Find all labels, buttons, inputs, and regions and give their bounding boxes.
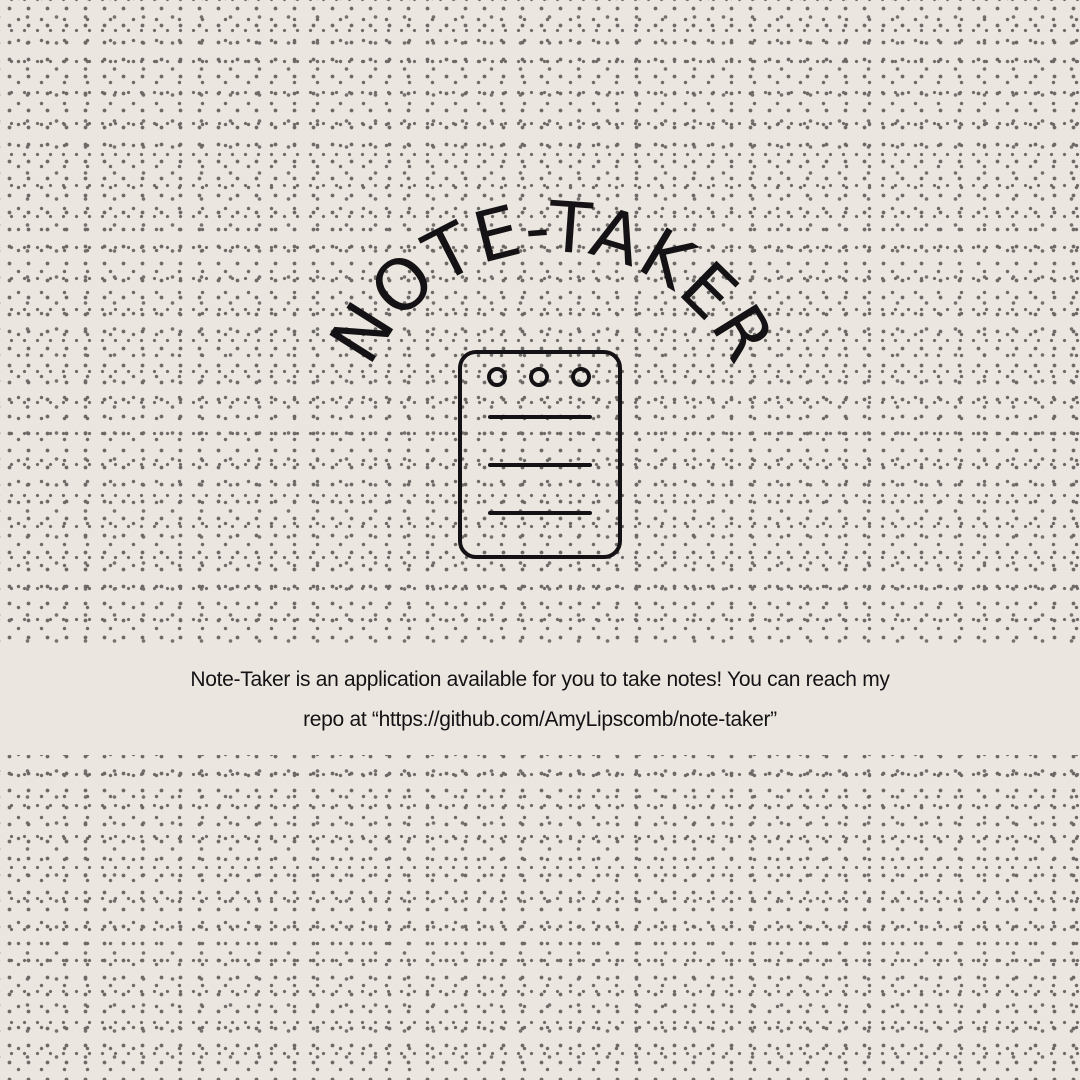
logo-title-arc: NOTE-TAKER bbox=[314, 190, 780, 377]
description-text: Note-Taker is an application available f… bbox=[190, 668, 890, 731]
logo-graphic: NOTE-TAKER bbox=[314, 190, 780, 559]
notepad-icon bbox=[458, 350, 622, 559]
description-band: Note-Taker is an application available f… bbox=[0, 645, 1080, 755]
note-taker-logo: NOTE-TAKER bbox=[300, 190, 780, 580]
logo-title: NOTE-TAKER bbox=[314, 190, 780, 377]
